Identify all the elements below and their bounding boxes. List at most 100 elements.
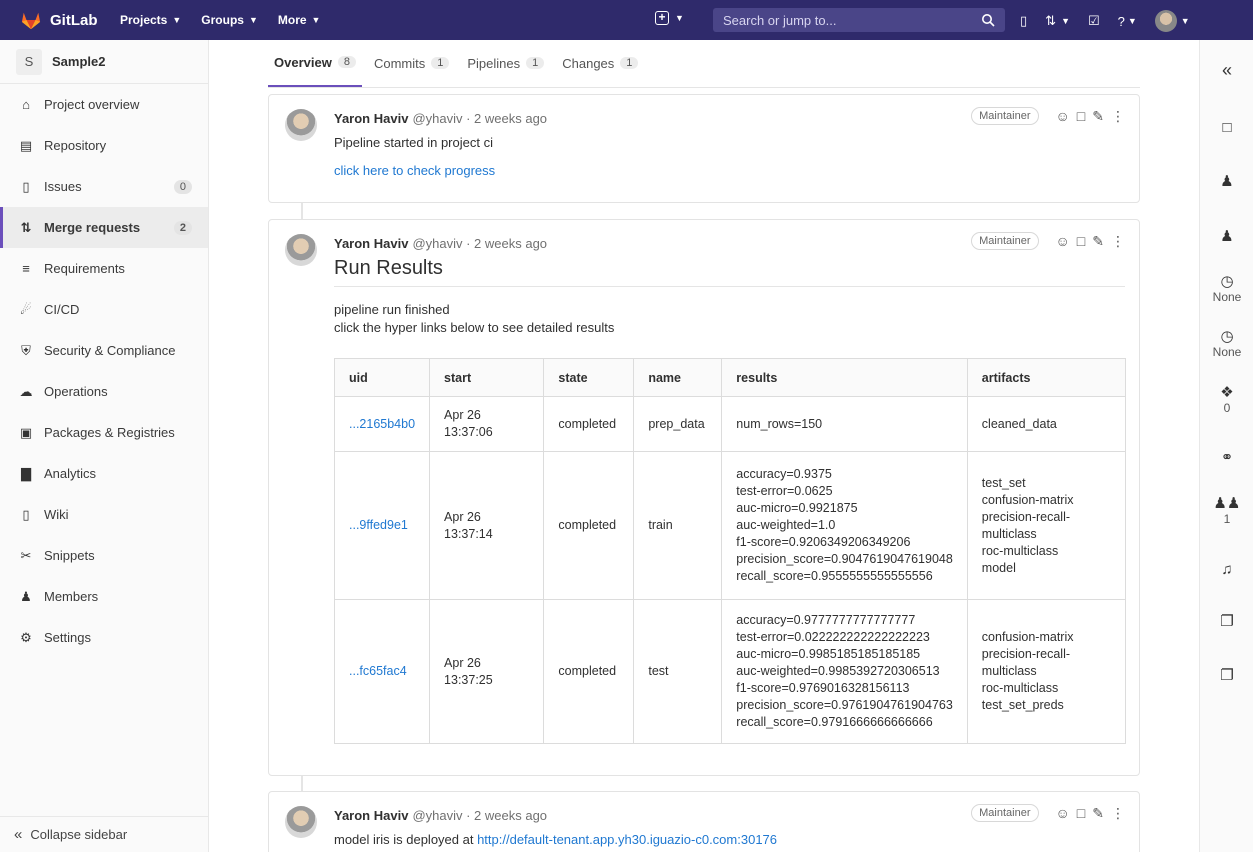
run-uid-link[interactable]: ...2165b4b0 (349, 417, 415, 431)
merge-requests-icon[interactable]: ⇅ ▼ (1045, 13, 1070, 29)
groups-menu-label: Groups (201, 13, 244, 27)
deploy-link[interactable]: http://default-tenant.app.yh30.iguazio-c… (477, 832, 777, 847)
emoji-icon[interactable]: ☺ (1056, 108, 1070, 124)
merge-request-tabs: Overview 8 Commits 1 Pipelines 1 Changes 1 (268, 40, 1140, 88)
more-actions-icon[interactable]: ⋮ (1111, 805, 1125, 822)
reply-icon[interactable]: □ (1077, 805, 1085, 821)
time-spent-button[interactable]: ◷ None (1200, 328, 1253, 360)
sidebar-item-wiki[interactable]: ▯ Wiki (0, 494, 208, 535)
sidebar-item-repository[interactable]: ▤ Repository (0, 125, 208, 166)
copy-reference-button[interactable]: ❐ (1200, 614, 1253, 630)
participants-button[interactable]: ♟♟ 1 (1200, 496, 1253, 527)
sidebar-item-issues[interactable]: ▯ Issues 0 (0, 166, 208, 207)
results-line: precision_score=0.9047619047619048 (736, 552, 953, 566)
avatar[interactable] (285, 806, 317, 838)
tab-label: Pipelines (467, 55, 521, 71)
note-author[interactable]: Yaron Haviv (334, 808, 408, 823)
table-row: ...9ffed9e1 Apr 26 13:37:14 completed train a… (333, 451, 1127, 600)
results-cell: num_rows=150 (721, 396, 968, 452)
sidebar-item-merge-requests[interactable]: ⇅ Merge requests 2 (0, 207, 208, 248)
emoji-icon[interactable]: ☺ (1056, 233, 1070, 249)
results-line: test-error=0.022222222222222223 (736, 630, 930, 644)
note-author[interactable]: Yaron Haviv (334, 236, 408, 251)
artifacts-cell: cleaned_data (966, 396, 1127, 452)
sidebar-item-snippets[interactable]: ✂ Snippets (0, 535, 208, 576)
sidebar-item-analytics[interactable]: ▇ Analytics (0, 453, 208, 494)
notifications-button[interactable]: ♫ (1200, 562, 1253, 578)
labels-count: 0 (1223, 401, 1231, 415)
column-header-uid: uid (333, 358, 431, 397)
table-row: ...2165b4b0 Apr 26 13:37:06 completed prep_d… (333, 396, 1127, 452)
sidebar-item-members[interactable]: ♟ Members (0, 576, 208, 617)
sidebar-item-requirements[interactable]: ≡ Requirements (0, 248, 208, 289)
note-text: Pipeline started in project ci (334, 135, 493, 150)
tab-commits[interactable]: Commits 1 (368, 39, 455, 87)
sidebar-item-ci-cd[interactable]: ☄ CI/CD (0, 289, 208, 330)
results-line: recall_score=0.9555555555555556 (736, 569, 933, 583)
more-actions-icon[interactable]: ⋮ (1111, 233, 1125, 250)
project-header[interactable]: S Sample2 (0, 40, 208, 84)
sidebar-item-settings[interactable]: ⚙ Settings (0, 617, 208, 658)
sidebar-item-security-compliance[interactable]: ⛨ Security & Compliance (0, 330, 208, 371)
issues-icon[interactable]: ▯ (1020, 13, 1027, 29)
progress-link[interactable]: click here to check progress (334, 163, 495, 178)
copy-email-button[interactable]: ❐ (1200, 668, 1253, 684)
collapse-sidebar-button[interactable]: « Collapse sidebar (0, 816, 209, 852)
more-actions-icon[interactable]: ⋮ (1111, 108, 1125, 125)
stopwatch-icon: ◷ (1220, 328, 1234, 345)
projects-menu[interactable]: Projects ▼ (120, 13, 181, 27)
time-estimate-button[interactable]: ◷ None (1200, 274, 1253, 305)
artifacts-line: precision-recall- (981, 509, 1071, 524)
help-icon[interactable]: ? ▼ (1118, 14, 1137, 29)
todo-icon[interactable]: ☑ (1088, 13, 1100, 29)
sidebar-item-operations[interactable]: ☁ Operations (0, 371, 208, 412)
reviewer-button[interactable]: ♟ (1200, 229, 1253, 245)
collapse-right-sidebar-button[interactable]: « (1200, 61, 1253, 79)
todo-add-button[interactable]: □ (1200, 120, 1253, 136)
sidebar-item-label: Packages & Registries (44, 425, 175, 440)
name-cell: prep_data (633, 396, 723, 452)
cloud-icon: ☁ (19, 383, 33, 399)
more-menu[interactable]: More ▼ (278, 13, 321, 27)
avatar[interactable] (285, 109, 317, 141)
note-author[interactable]: Yaron Haviv (334, 111, 408, 126)
edit-icon[interactable]: ✎ (1092, 108, 1104, 125)
gitlab-home-link[interactable]: GitLab (0, 10, 120, 30)
new-item-dropdown[interactable]: + ▼ (655, 11, 684, 25)
sidebar-item-label: Settings (44, 630, 91, 645)
tab-overview[interactable]: Overview 8 (268, 39, 362, 87)
emoji-icon[interactable]: ☺ (1056, 805, 1070, 821)
sidebar-item-packages-registries[interactable]: ▣ Packages & Registries (0, 412, 208, 453)
start-line: Apr 26 (444, 408, 481, 422)
column-header-results: results (721, 358, 968, 397)
package-icon: ▣ (19, 424, 33, 440)
lock-button[interactable]: ⚭ (1200, 450, 1253, 466)
shield-icon: ⛨ (21, 342, 31, 358)
role-badge: Maintainer (971, 232, 1039, 250)
tab-changes[interactable]: Changes 1 (556, 39, 644, 87)
timeline-note: Yaron Haviv @yhaviv · 2 weeks ago Mainta… (268, 791, 1140, 852)
search-input[interactable]: Search or jump to... (713, 8, 1005, 32)
tab-pipelines[interactable]: Pipelines 1 (461, 39, 550, 87)
reply-icon[interactable]: □ (1077, 108, 1085, 124)
sidebar-item-project-overview[interactable]: ⌂ Project overview (0, 84, 208, 125)
copy-icon: ❐ (1220, 613, 1234, 630)
groups-menu[interactable]: Groups ▼ (201, 13, 258, 27)
note-text: click the hyper links below to see detai… (334, 320, 615, 335)
run-uid-link[interactable]: ...fc65fac4 (349, 664, 407, 678)
timeline-connector (301, 202, 303, 220)
avatar[interactable] (285, 234, 317, 266)
run-uid-link[interactable]: ...9ffed9e1 (349, 518, 408, 532)
artifacts-line: precision-recall- (981, 647, 1071, 661)
edit-icon[interactable]: ✎ (1092, 233, 1104, 250)
column-header-start: start (429, 358, 545, 397)
start-line: Apr 26 (444, 509, 481, 524)
participants-count: 1 (1223, 512, 1231, 526)
reply-icon[interactable]: □ (1077, 233, 1085, 249)
tab-label: Changes (562, 55, 615, 71)
user-menu[interactable]: ▼ (1154, 10, 1190, 32)
assignee-button[interactable]: ♟ (1200, 174, 1253, 190)
labels-button[interactable]: ❖ 0 (1200, 385, 1253, 416)
tab-count-badge: 1 (620, 57, 639, 69)
edit-icon[interactable]: ✎ (1092, 805, 1104, 822)
